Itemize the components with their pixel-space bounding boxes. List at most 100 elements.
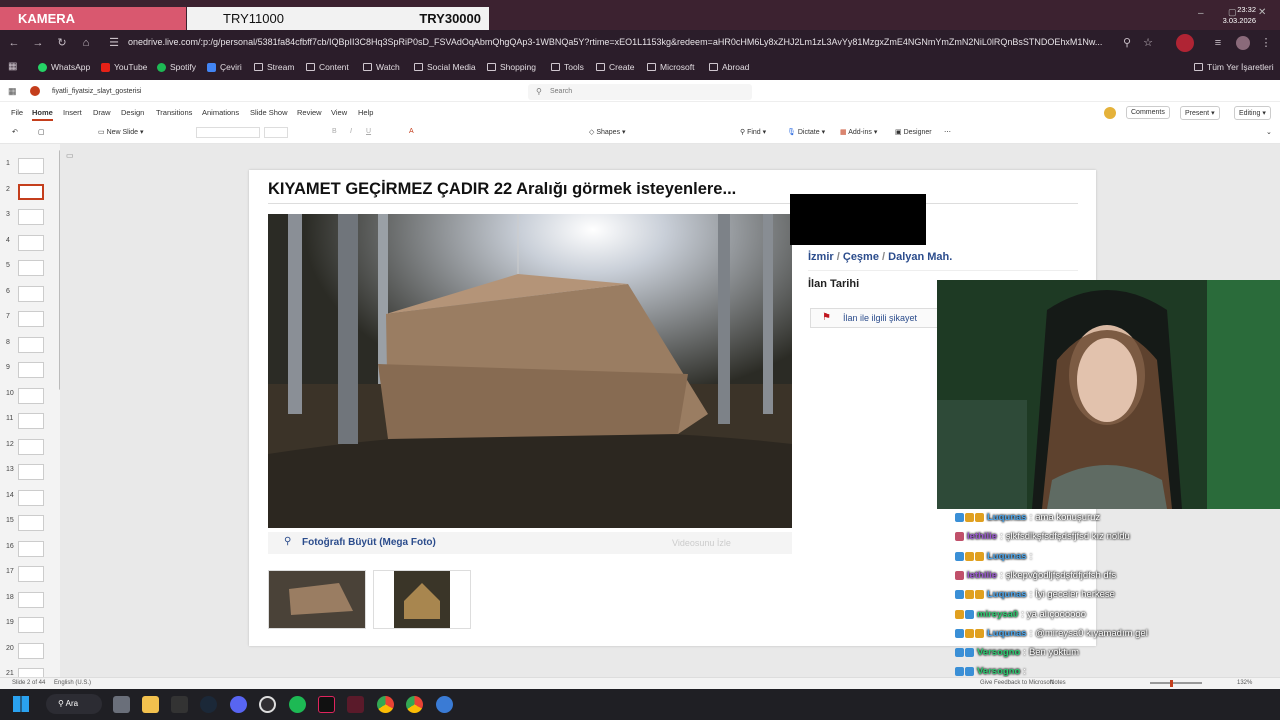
app-icon[interactable] xyxy=(436,696,453,713)
chat-username[interactable]: Luqunas xyxy=(987,512,1027,523)
media-icon[interactable]: ≡ xyxy=(1212,37,1224,49)
forward-icon[interactable]: → xyxy=(32,37,44,49)
bookmark-folder[interactable]: Microsoft xyxy=(647,62,694,72)
tab-home[interactable]: Home xyxy=(32,108,53,121)
taskbar-clock[interactable]: 23:32 3.03.2026 xyxy=(1223,4,1256,26)
chat-username[interactable]: lethilie xyxy=(967,570,997,581)
browser-menu-icon[interactable]: ⋮ xyxy=(1260,37,1272,49)
watch-video-link[interactable]: Videosunu İzle xyxy=(672,538,731,548)
tab-draw[interactable]: Draw xyxy=(93,108,111,117)
collapse-ribbon-icon[interactable]: ⌄ xyxy=(1266,128,1272,136)
chat-username[interactable]: Luqunas xyxy=(987,589,1027,600)
url-field[interactable]: onedrive.live.com/:p:/g/personal/5381fa8… xyxy=(128,37,1113,47)
slide-thumbnail[interactable] xyxy=(18,490,44,506)
designer-button[interactable]: ▣ Designer xyxy=(895,128,932,136)
slide-thumbnail[interactable] xyxy=(18,260,44,276)
font-family-select[interactable] xyxy=(196,127,260,138)
apps-grid-icon[interactable]: ▦ xyxy=(8,61,17,72)
reload-icon[interactable]: ↻ xyxy=(56,37,68,49)
more-options-icon[interactable]: ⋯ xyxy=(944,128,951,136)
bookmark-ceviri[interactable]: Çeviri xyxy=(207,62,242,72)
windows-start-icon[interactable] xyxy=(13,696,29,712)
tab-transitions[interactable]: Transitions xyxy=(156,108,192,117)
slide-title[interactable]: KIYAMET GEÇİRMEZ ÇADIR 22 Aralığı görmek… xyxy=(268,180,736,199)
zoom-slider[interactable] xyxy=(1150,682,1202,684)
bookmark-folder[interactable]: Create xyxy=(596,62,635,72)
location-city[interactable]: İzmir xyxy=(808,251,834,263)
comments-button[interactable]: Comments xyxy=(1126,106,1170,119)
extension-icon[interactable] xyxy=(1176,34,1194,52)
file-explorer-icon[interactable] xyxy=(142,696,159,713)
bookmark-spotify[interactable]: Spotify xyxy=(157,62,196,72)
slide-thumbnail[interactable] xyxy=(18,337,44,353)
slide-thumbnail[interactable] xyxy=(18,515,44,531)
slide-thumbnail[interactable] xyxy=(18,566,44,582)
slide-thumbnail[interactable] xyxy=(18,439,44,455)
tab-animations[interactable]: Animations xyxy=(202,108,239,117)
bookmark-folder[interactable]: Watch xyxy=(363,62,400,72)
chat-username[interactable]: Versogno xyxy=(977,666,1020,677)
zoom-level[interactable]: 132% xyxy=(1237,680,1252,686)
location-neighborhood[interactable]: Dalyan Mah. xyxy=(888,251,952,263)
home-icon[interactable]: ⌂ xyxy=(80,37,92,49)
bookmark-folder[interactable]: Tools xyxy=(551,62,584,72)
feedback-link[interactable]: Give Feedback to Microsoft xyxy=(980,680,1053,686)
tab-review[interactable]: Review xyxy=(297,108,322,117)
minimize-icon[interactable]: – xyxy=(1198,8,1204,19)
slide-thumbnail[interactable] xyxy=(18,311,44,327)
shapes-button[interactable]: ◇ Shapes ▾ xyxy=(589,128,626,136)
language-indicator[interactable]: English (U.S.) xyxy=(54,680,91,686)
bookmark-folder[interactable]: Social Media xyxy=(414,62,476,72)
tent-photo[interactable] xyxy=(268,214,792,528)
location-district[interactable]: Çeşme xyxy=(843,251,879,263)
bookmark-folder[interactable]: Content xyxy=(306,62,349,72)
bookmark-star-icon[interactable]: ☆ xyxy=(1142,37,1154,49)
spotify-icon[interactable] xyxy=(289,696,306,713)
bold-icon[interactable]: B xyxy=(332,128,337,135)
font-color-icon[interactable]: A xyxy=(409,128,414,135)
chat-username[interactable]: Luqunas xyxy=(987,628,1027,639)
chat-username[interactable]: mireysa0 xyxy=(977,609,1018,620)
undo-icon[interactable]: ↶ xyxy=(12,128,18,136)
chat-username[interactable]: Versogno xyxy=(977,647,1020,658)
find-button[interactable]: ⚲ Find ▾ xyxy=(740,128,766,136)
slide-thumbnail[interactable] xyxy=(18,235,44,251)
slide-thumbnail[interactable] xyxy=(18,643,44,659)
bookmark-whatsapp[interactable]: WhatsApp xyxy=(38,62,90,72)
obs-icon[interactable] xyxy=(259,696,276,713)
tab-help[interactable]: Help xyxy=(358,108,373,117)
notes-button[interactable]: Notes xyxy=(1050,680,1066,686)
copilot-icon[interactable] xyxy=(1104,107,1116,119)
chat-username[interactable]: Luqunas xyxy=(987,551,1027,562)
task-view-icon[interactable] xyxy=(113,696,130,713)
expand-icon[interactable]: ▭ xyxy=(66,151,74,160)
slide-thumbnail[interactable] xyxy=(18,286,44,302)
chrome-icon[interactable] xyxy=(377,696,394,713)
search-input[interactable]: Search xyxy=(528,84,752,100)
taskbar-search[interactable]: ⚲ Ara xyxy=(46,694,102,714)
app-icon[interactable] xyxy=(347,696,364,713)
back-icon[interactable]: ← xyxy=(8,37,20,49)
file-name[interactable]: fiyatli_fiyatsiz_slayt_gosterisi xyxy=(52,88,141,95)
close-icon[interactable]: ✕ xyxy=(1258,7,1266,18)
app-launcher-icon[interactable]: ▦ xyxy=(8,86,17,97)
tab-design[interactable]: Design xyxy=(121,108,144,117)
tab-slideshow[interactable]: Slide Show xyxy=(250,108,288,117)
tab-view[interactable]: View xyxy=(331,108,347,117)
slide-thumbnail[interactable] xyxy=(18,362,44,378)
bookmark-folder[interactable]: Shopping xyxy=(487,62,536,72)
slide-thumbnail[interactable] xyxy=(18,464,44,480)
slide-thumbnail[interactable] xyxy=(18,184,44,200)
slide-thumbnail[interactable] xyxy=(18,388,44,404)
editing-mode-button[interactable]: Editing ▾ xyxy=(1234,106,1271,120)
present-button[interactable]: Present ▾ xyxy=(1180,106,1220,120)
photo-thumbnail[interactable] xyxy=(268,570,366,629)
slide-thumbnail[interactable] xyxy=(18,413,44,429)
italic-icon[interactable]: I xyxy=(350,128,352,135)
bookmark-youtube[interactable]: YouTube xyxy=(101,62,147,72)
slide-thumbnail[interactable] xyxy=(18,541,44,557)
new-slide-button[interactable]: ▭ New Slide ▾ xyxy=(98,128,144,136)
tiktok-icon[interactable] xyxy=(318,696,335,713)
site-info-icon[interactable]: ☰ xyxy=(108,37,120,49)
chat-username[interactable]: lethilie xyxy=(967,531,997,542)
